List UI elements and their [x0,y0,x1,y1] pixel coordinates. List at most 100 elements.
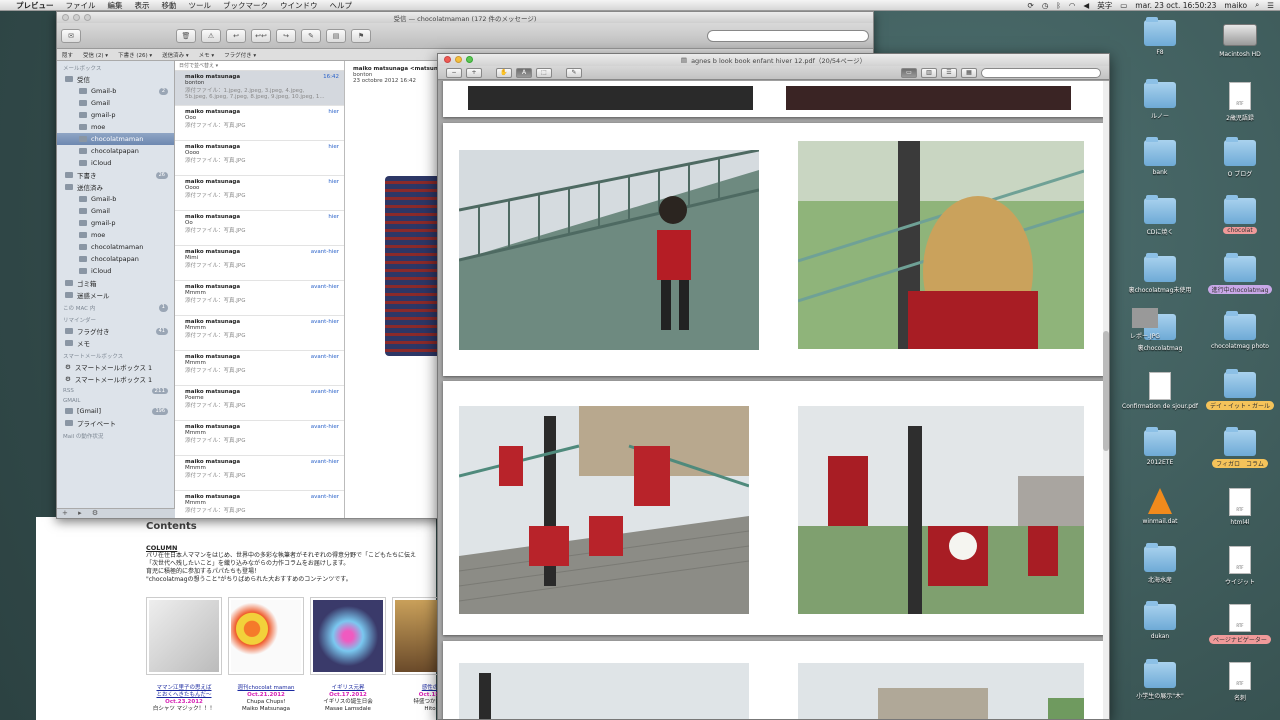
menu-file[interactable]: ファイル [66,0,96,11]
fav-flagged[interactable]: フラグ付き ▾ [224,51,256,59]
minimize-button[interactable] [455,56,462,63]
article-caption[interactable]: イギリス元昇 Oct.17.2012 イギリスの誕生日会 Masae Lamsda… [310,685,386,713]
desktop-item[interactable]: F8 [1120,17,1200,56]
desktop-item[interactable]: 名刺 [1200,662,1280,702]
menu-app[interactable]: プレビュー [16,0,54,11]
notifications-icon[interactable]: ☰ [1267,1,1274,10]
time-machine-icon[interactable]: ◷ [1042,1,1049,10]
sidebar-smart-mailbox[interactable]: ⚙ スマートメールボックス 1 [57,373,174,385]
desktop-item[interactable]: chocolatmag photo [1200,311,1280,350]
sidebar-item-chocolatmaman[interactable]: chocolatmaman [57,133,174,145]
new-message-button[interactable]: ✎ [301,28,321,43]
desktop-item[interactable]: html4l [1200,488,1280,526]
desktop-item[interactable]: 北海水産 [1120,543,1200,584]
junk-button[interactable]: ⚠ [201,28,221,43]
sidebar-gmail-folder[interactable]: [Gmail] 196 [57,405,174,417]
sidebar-item-gmail-p[interactable]: gmail-p [57,109,174,121]
get-mail-button[interactable]: ✉ [61,28,81,43]
sidebar-sent-gmail-b[interactable]: Gmail-b [57,193,174,205]
wifi-icon[interactable]: ◠ [1069,1,1076,10]
minimize-button[interactable] [73,14,80,21]
sidebar-sent-icloud[interactable]: iCloud [57,265,174,277]
zoom-out-icon[interactable]: − [446,67,462,78]
column-link[interactable]: COLUMN [146,544,326,552]
menu-tools[interactable]: ツール [189,0,212,11]
fav-notes[interactable]: メモ ▾ [199,51,215,59]
desktop-item[interactable]: フィガロ コラム [1200,427,1280,468]
desktop-item[interactable]: bank [1120,137,1200,176]
message-row[interactable]: maiko matsunaga avant-hier Mmmm 添付ファイル：写真.J… [175,491,344,518]
bluetooth-icon[interactable]: ᛒ [1056,1,1061,10]
mail-titlebar[interactable]: 受信 — chocolatmaman (172 件のメッセージ) [57,12,873,23]
message-row[interactable]: maiko matsunaga avant-hier Mimi 添付ファイル：写真.J… [175,246,344,281]
sidebar-sent-moe[interactable]: moe [57,229,174,241]
fav-inbox[interactable]: 受信 (2) ▾ [83,51,108,59]
message-row[interactable]: maiko matsunaga hier Oooo 添付ファイル：写真.JPG [175,141,344,176]
sidebar-item-moe[interactable]: moe [57,121,174,133]
desktop-item[interactable]: O ブログ [1200,137,1280,178]
sidebar-trash[interactable]: ゴミ箱 [57,277,174,289]
desktop-item[interactable]: dukan [1120,601,1200,640]
sidebar-item-icloud[interactable]: iCloud [57,157,174,169]
flag-button[interactable]: ⚑ [351,28,371,43]
message-row[interactable]: maiko matsunaga avant-hier Poeme 添付ファイル：写真.… [175,386,344,421]
desktop-item[interactable]: Confirmation de sjour.pdf [1120,372,1200,410]
message-row[interactable]: maiko matsunaga avant-hier Mmmm 添付ファイル：写真.J… [175,351,344,386]
sidebar-sent-gmail-p[interactable]: gmail-p [57,217,174,229]
message-row[interactable]: maiko matsunaga hier Oooo 添付ファイル：写真.JPG [175,176,344,211]
view-single-icon[interactable]: ▭ [901,67,917,78]
spotlight-icon[interactable]: ⌕ [1255,0,1259,10]
message-row[interactable]: maiko matsunaga 16:42 bonton 添付ファイル：1.jpeg,… [175,71,344,106]
sidebar-item-gmail-b[interactable]: Gmail-b 2 [57,85,174,97]
message-row[interactable]: maiko matsunaga avant-hier Mmmm 添付ファイル：写真.J… [175,316,344,351]
forward-button[interactable]: ↪ [276,28,296,43]
message-row[interactable]: maiko matsunaga avant-hier Mmmm 添付ファイル：写真.J… [175,421,344,456]
sync-icon[interactable]: ⟳ [1028,1,1034,10]
action-gear-icon[interactable]: ⚙ [92,509,98,517]
desktop-item[interactable]: winmail.dat [1120,488,1200,525]
message-row[interactable]: maiko matsunaga hier Oo 添付ファイル：写真.JPG [175,211,344,246]
desktop-item[interactable]: 裏chocolatmag未使用 [1120,253,1200,294]
mail-search-input[interactable] [707,29,869,42]
article-thumb[interactable] [146,597,222,675]
desktop-item[interactable]: レポー.JPG [1105,308,1185,340]
add-mailbox-button[interactable]: + [62,509,68,517]
pdf-search-input[interactable] [981,67,1101,78]
archive-button[interactable]: ▤ [326,28,346,43]
article-caption[interactable]: ママン江里子の思えば とおくへきたもんだ〜 Oct.23.2012 白シャツ マジッ… [146,685,222,713]
sidebar-drafts[interactable]: 下書き 26 [57,169,174,181]
user-menu[interactable]: maiko [1224,1,1247,10]
fav-hide[interactable]: 隠す [62,51,73,59]
menu-go[interactable]: 移動 [162,0,177,11]
sidebar-notes[interactable]: メモ [57,337,174,349]
fav-sent[interactable]: 送信済み ▾ [162,51,189,59]
view-thumbnails-icon[interactable]: ▥ [921,67,937,78]
text-tool-icon[interactable]: A [516,67,532,78]
article-thumb[interactable] [228,597,304,675]
select-tool-icon[interactable]: ⬚ [536,67,552,78]
sidebar-sent-gmail[interactable]: Gmail [57,205,174,217]
message-row[interactable]: maiko matsunaga avant-hier Mmmm 添付ファイル：写真.J… [175,281,344,316]
sidebar-sent[interactable]: 送信済み [57,181,174,193]
sidebar-flagged[interactable]: フラグ付き 41 [57,325,174,337]
close-button[interactable] [62,14,69,21]
sidebar-item-gmail[interactable]: Gmail [57,97,174,109]
menu-edit[interactable]: 編集 [108,0,123,11]
desktop-item[interactable]: 小学生の展示"木" [1120,659,1200,700]
sidebar-sent-chocolatpapan[interactable]: chocolatpapan [57,253,174,265]
sidebar-inbox[interactable]: 受信 [57,73,174,85]
attached-photo[interactable] [385,176,440,356]
zoom-button[interactable] [84,14,91,21]
battery-icon[interactable]: ▭ [1120,1,1127,10]
sidebar-private[interactable]: プライベート [57,417,174,429]
menu-window[interactable]: ウインドウ [280,0,318,11]
delete-button[interactable]: 🗑 [176,28,196,43]
message-row[interactable]: maiko matsunaga avant-hier Mmmm 添付ファイル：写真.J… [175,456,344,491]
sidebar-smart-mailbox[interactable]: ⚙ スマートメールボックス 1 [57,361,174,373]
desktop-item[interactable]: ウイジット [1200,546,1280,586]
message-row[interactable]: maiko matsunaga hier Ooo 添付ファイル：写真.JPG [175,106,344,141]
desktop-item[interactable]: 進行中chocolatmag [1200,253,1280,294]
volume-icon[interactable]: ◀ [1083,1,1089,10]
view-contact-icon[interactable]: ▦ [961,67,977,78]
vertical-scrollbar[interactable] [1103,81,1109,719]
